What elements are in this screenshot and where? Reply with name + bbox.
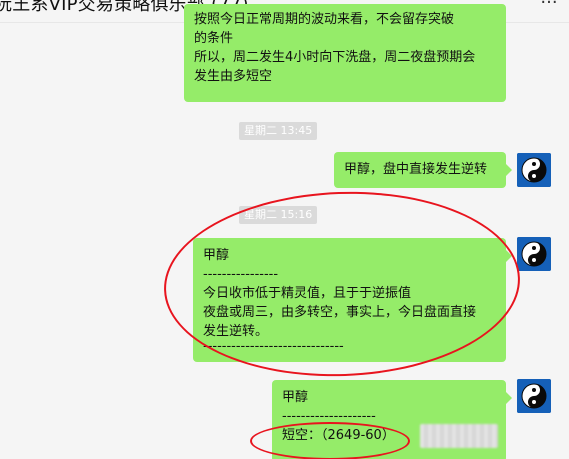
avatar[interactable] (517, 379, 551, 413)
message-line: 的条件 (194, 31, 234, 46)
bubble-tail (506, 164, 512, 176)
avatar[interactable] (517, 237, 551, 271)
bubble-tail (506, 250, 512, 262)
message-bubble[interactable]: 甲醇，盘中直接发生逆转 (334, 152, 512, 188)
message-bubble[interactable]: 按照今日正常周期的波动来看，不会留存突破 的条件 所以，周二发生4小时向下洗盘，… (184, 4, 506, 102)
message-line: 甲醇 (203, 248, 230, 263)
message-divider: ------------------------------ (203, 339, 344, 354)
message-line: 发生由多短空 (194, 69, 273, 84)
timestamp: 星期二 13:45 (239, 122, 318, 140)
chat-window: 阮王系VIP交易策略俱乐部 (77) ··· 按照今日正常周期的波动来看，不会留… (0, 0, 569, 459)
message-divider: ---------------- (203, 267, 279, 282)
message-line: 夜盘或周三，由多转空，事实上，今日盘面直接 (203, 305, 477, 320)
timestamp: 星期二 15:16 (239, 206, 318, 224)
message-list[interactable]: 按照今日正常周期的波动来看，不会留存突破 的条件 所以，周二发生4小时向下洗盘，… (0, 4, 569, 459)
yin-yang-icon (517, 379, 551, 413)
more-icon[interactable]: ··· (537, 0, 561, 14)
avatar[interactable] (517, 153, 551, 187)
yin-yang-icon (517, 153, 551, 187)
blurred-content (420, 424, 498, 448)
bubble-tail (506, 392, 512, 404)
message-line: 今日收市低于精灵值，且于于逆振值 (203, 286, 412, 301)
message-bubble[interactable]: 甲醇 ---------------- 今日收市低于精灵值，且于于逆振值 夜盘或… (193, 238, 512, 362)
yin-yang-icon (517, 237, 551, 271)
message-line: 甲醇 (282, 390, 309, 405)
message-line: 甲醇，盘中直接发生逆转 (344, 162, 488, 177)
message-line: 按照今日正常周期的波动来看，不会留存突破 (194, 12, 455, 27)
message-line: 所以，周二发生4小时向下洗盘，周二夜盘预期会 (194, 50, 476, 65)
